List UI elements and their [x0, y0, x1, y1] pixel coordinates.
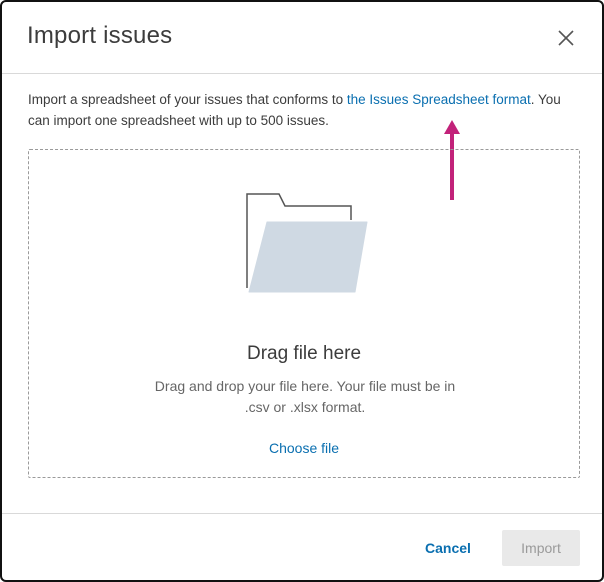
dialog-header: Import issues: [2, 2, 602, 74]
dialog-title: Import issues: [27, 22, 173, 49]
drag-file-title: Drag file here: [246, 343, 362, 364]
close-icon[interactable]: [554, 26, 578, 50]
file-drop-zone[interactable]: Drag file here Drag and drop your file h…: [28, 149, 580, 478]
dialog-description: Import a spreadsheet of your issues that…: [28, 89, 584, 131]
folder-icon: [245, 192, 369, 299]
footer-divider: [2, 513, 602, 514]
drag-file-description: Drag and drop your file here. Your file …: [154, 378, 456, 415]
issues-spreadsheet-format-link[interactable]: the Issues Spreadsheet format: [347, 92, 531, 107]
import-issues-dialog: Import issues Import a spreadsheet of yo…: [0, 0, 604, 582]
choose-file-link[interactable]: Choose file: [29, 440, 579, 456]
description-prefix: Import a spreadsheet of your issues that…: [28, 92, 347, 107]
import-button[interactable]: Import: [502, 530, 580, 566]
cancel-button[interactable]: Cancel: [419, 532, 477, 564]
